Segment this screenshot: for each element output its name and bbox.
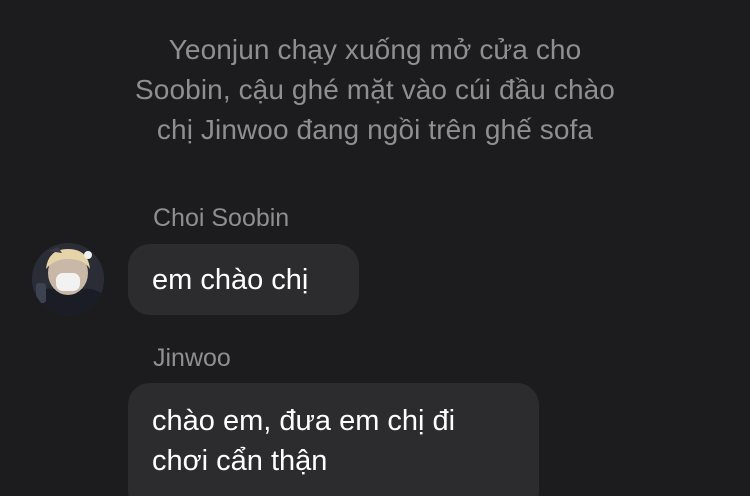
narration-line: chị Jinwoo đang ngồi trên ghế sofa: [156, 114, 594, 145]
message-text: chào em, đưa em chị đi: [152, 405, 456, 437]
narration-text: Yeonjun chạy xuống mở cửa cho Soobin, cậ…: [60, 30, 690, 150]
narration-line: Yeonjun chạy xuống mở cửa cho: [168, 34, 582, 65]
message-text: em chào chị: [152, 264, 309, 296]
message-bubble[interactable]: em chào chị: [128, 244, 359, 315]
chat-screen: Yeonjun chạy xuống mở cửa cho Soobin, cậ…: [0, 0, 750, 496]
avatar-image: [32, 243, 104, 315]
sender-name-soobin: Choi Soobin: [153, 204, 290, 232]
message-text: chơi cẩn thận: [152, 445, 328, 477]
avatar[interactable]: [32, 243, 104, 315]
message-bubble[interactable]: chào em, đưa em chị đi chơi cẩn thận: [128, 383, 539, 496]
narration-line: Soobin, cậu ghé mặt vào cúi đầu chào: [135, 74, 615, 105]
sender-name-jinwoo: Jinwoo: [153, 344, 231, 372]
